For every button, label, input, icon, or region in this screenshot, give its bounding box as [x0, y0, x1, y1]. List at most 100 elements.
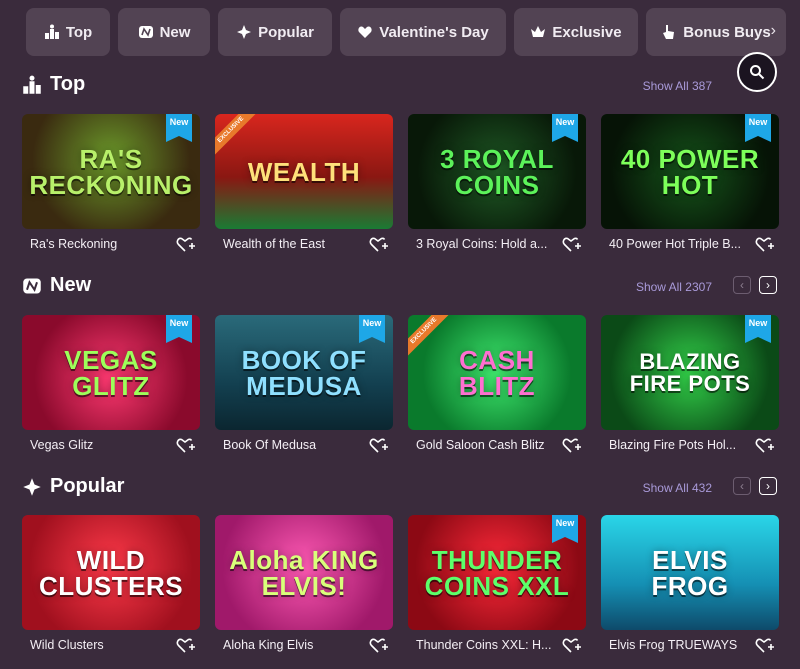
- new-badge: New: [359, 315, 385, 343]
- game-card[interactable]: VEGAS GLITZ New Vegas Glitz: [22, 315, 200, 460]
- pointer-icon: [663, 25, 675, 39]
- show-all-link[interactable]: Show All 432: [643, 481, 712, 495]
- game-card[interactable]: WEALTH EXCLUSIVE Wealth of the East: [215, 114, 393, 259]
- section-title: Top: [22, 73, 85, 96]
- game-art-text: THUNDER COINS XXL: [424, 544, 570, 601]
- section-title-text: New: [50, 274, 92, 296]
- podium-icon: [23, 75, 41, 94]
- show-all-link[interactable]: Show All 2307: [636, 280, 712, 294]
- game-thumbnail[interactable]: WILD CLUSTERS: [22, 515, 200, 630]
- tab-label: Bonus Buys: [683, 23, 771, 41]
- carousel-next-button[interactable]: ›: [759, 477, 777, 495]
- favorite-add-icon[interactable]: [562, 636, 582, 654]
- game-card[interactable]: ELVIS FROG Elvis Frog TRUEWAYS: [601, 515, 779, 660]
- favorite-add-icon[interactable]: [755, 436, 775, 454]
- game-art-text: ELVIS FROG: [651, 544, 729, 601]
- game-thumbnail[interactable]: ELVIS FROG: [601, 515, 779, 630]
- game-art-text: VEGAS GLITZ: [64, 344, 158, 401]
- new-badge: New: [552, 515, 578, 543]
- new-badge: New: [166, 114, 192, 142]
- game-card[interactable]: CASH BLITZ EXCLUSIVE Gold Saloon Cash Bl…: [408, 315, 586, 460]
- game-card[interactable]: Aloha KING ELVIS! Aloha King Elvis: [215, 515, 393, 660]
- game-thumbnail[interactable]: BLAZING FIRE POTS New: [601, 315, 779, 430]
- tab-label: Popular: [258, 23, 314, 41]
- tab-bonus-buys[interactable]: Bonus Buys: [646, 8, 786, 56]
- game-art-text: BLAZING FIRE POTS: [629, 348, 751, 396]
- game-thumbnail[interactable]: WEALTH EXCLUSIVE: [215, 114, 393, 229]
- section-header-new: New Show All 2307 ‹ ›: [22, 274, 780, 302]
- game-art-text: CASH BLITZ: [458, 344, 536, 401]
- show-all-link[interactable]: Show All 387: [643, 79, 712, 93]
- section-title: Popular: [22, 475, 124, 498]
- new-badge: New: [166, 315, 192, 343]
- tab-label: New: [159, 23, 191, 41]
- game-art-text: RA'S RECKONING: [29, 143, 193, 200]
- tab-label: Top: [65, 23, 93, 41]
- game-card[interactable]: BOOK OF MEDUSA New Book Of Medusa: [215, 315, 393, 460]
- game-thumbnail[interactable]: RA'S RECKONING New: [22, 114, 200, 229]
- game-name: Aloha King Elvis: [223, 638, 314, 652]
- game-name: Blazing Fire Pots Hol...: [609, 438, 737, 452]
- favorite-add-icon[interactable]: [176, 436, 196, 454]
- game-thumbnail[interactable]: 40 POWER HOT New: [601, 114, 779, 229]
- favorite-add-icon[interactable]: [562, 235, 582, 253]
- game-thumbnail[interactable]: 3 ROYAL COINS New: [408, 114, 586, 229]
- game-art-text: BOOK OF MEDUSA: [241, 344, 367, 401]
- carousel-prev-button[interactable]: ‹: [733, 477, 751, 495]
- favorite-add-icon[interactable]: [369, 436, 389, 454]
- favorite-add-icon[interactable]: [755, 235, 775, 253]
- sparkle-icon: [237, 25, 252, 39]
- game-card[interactable]: RA'S RECKONING New Ra's Reckoning: [22, 114, 200, 259]
- favorite-add-icon[interactable]: [369, 636, 389, 654]
- game-art-text: 3 ROYAL COINS: [440, 143, 554, 200]
- game-art-text: WEALTH: [247, 156, 361, 187]
- section-title-text: Popular: [50, 475, 125, 497]
- crown-icon: [531, 26, 546, 37]
- tabs-scroll-right-icon[interactable]: ›: [771, 22, 776, 40]
- tab-top[interactable]: Top: [26, 8, 110, 56]
- sparkle-icon: [23, 477, 41, 496]
- game-art-text: WILD CLUSTERS: [38, 544, 184, 601]
- section-title-text: Top: [50, 73, 86, 95]
- game-thumbnail[interactable]: VEGAS GLITZ New: [22, 315, 200, 430]
- section-header-top: Top Show All 387: [22, 73, 780, 101]
- new-badge: New: [552, 114, 578, 142]
- game-card[interactable]: BLAZING FIRE POTS New Blazing Fire Pots …: [601, 315, 779, 460]
- new-badge-icon: [138, 26, 153, 38]
- favorite-add-icon[interactable]: [755, 636, 775, 654]
- section-header-popular: Popular Show All 432 ‹ ›: [22, 475, 780, 503]
- section-title: New: [22, 274, 91, 297]
- new-badge-icon: [23, 278, 41, 293]
- tab-valentines-day[interactable]: Valentine's Day: [340, 8, 506, 56]
- game-card[interactable]: 3 ROYAL COINS New 3 Royal Coins: Hold a.…: [408, 114, 586, 259]
- game-thumbnail[interactable]: BOOK OF MEDUSA New: [215, 315, 393, 430]
- game-name: Elvis Frog TRUEWAYS: [609, 638, 738, 652]
- game-art-text: 40 POWER HOT: [620, 143, 760, 200]
- favorite-add-icon[interactable]: [176, 636, 196, 654]
- favorite-add-icon[interactable]: [369, 235, 389, 253]
- favorite-add-icon[interactable]: [562, 436, 582, 454]
- game-name: Gold Saloon Cash Blitz: [416, 438, 545, 452]
- favorite-add-icon[interactable]: [176, 235, 196, 253]
- exclusive-badge: EXCLUSIVE: [215, 114, 258, 157]
- game-name: Book Of Medusa: [223, 438, 317, 452]
- category-tabs: Top New Popular Valentine's Day Exclusiv…: [26, 8, 800, 58]
- new-badge: New: [745, 315, 771, 343]
- game-card[interactable]: THUNDER COINS XXL New Thunder Coins XXL:…: [408, 515, 586, 660]
- game-thumbnail[interactable]: Aloha KING ELVIS!: [215, 515, 393, 630]
- game-name: Thunder Coins XXL: H...: [416, 638, 552, 652]
- heart-icon: [358, 26, 372, 38]
- game-card[interactable]: 40 POWER HOT New 40 Power Hot Triple B..…: [601, 114, 779, 259]
- game-card[interactable]: WILD CLUSTERS Wild Clusters: [22, 515, 200, 660]
- game-thumbnail[interactable]: THUNDER COINS XXL New: [408, 515, 586, 630]
- game-name: Wealth of the East: [223, 237, 325, 251]
- game-thumbnail[interactable]: CASH BLITZ EXCLUSIVE: [408, 315, 586, 430]
- game-name: Ra's Reckoning: [30, 237, 118, 251]
- game-name: 3 Royal Coins: Hold a...: [416, 237, 548, 251]
- tab-popular[interactable]: Popular: [218, 8, 332, 56]
- carousel-prev-button[interactable]: ‹: [733, 276, 751, 294]
- game-name: Wild Clusters: [30, 638, 104, 652]
- tab-new[interactable]: New: [118, 8, 210, 56]
- tab-exclusive[interactable]: Exclusive: [514, 8, 638, 56]
- carousel-next-button[interactable]: ›: [759, 276, 777, 294]
